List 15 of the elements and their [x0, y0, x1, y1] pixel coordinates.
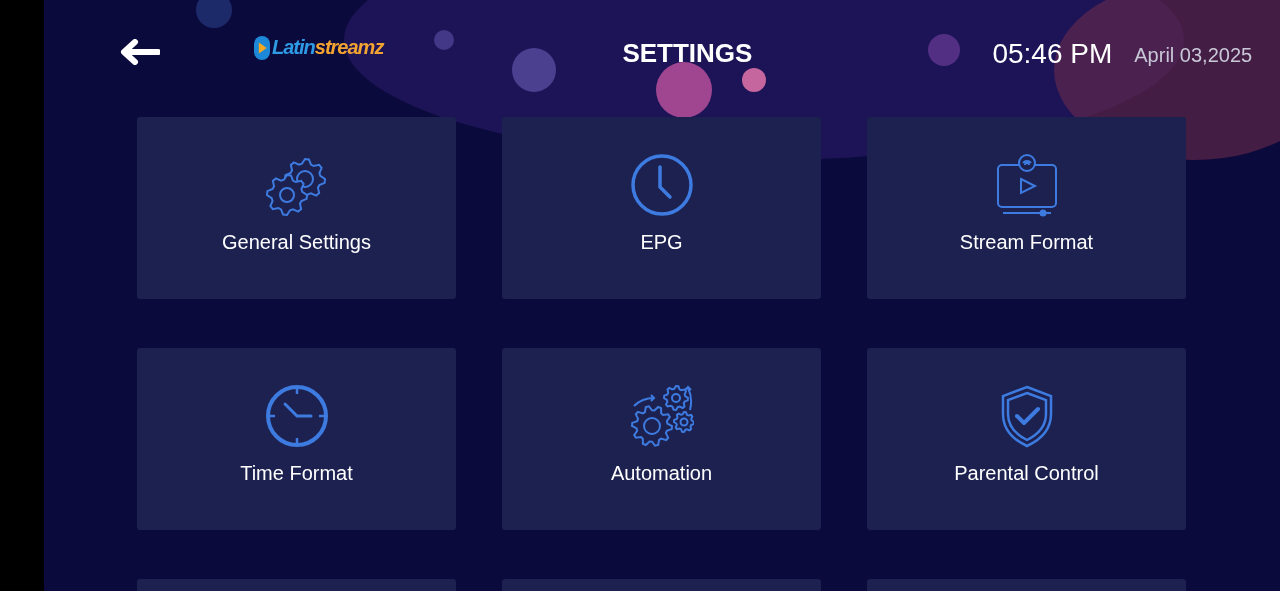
settings-tile[interactable]: Time Format — [137, 348, 456, 530]
settings-tile[interactable]: General Settings — [137, 117, 456, 299]
settings-tile[interactable]: Parental Control — [867, 348, 1186, 530]
date-text: April 03,2025 — [1134, 44, 1253, 67]
clock-time: 05:46 PM — [992, 37, 1113, 70]
clock-icon — [629, 153, 694, 217]
settings-tile[interactable]: Stream Format — [867, 117, 1186, 299]
back-arrow-icon[interactable] — [120, 38, 160, 65]
video-screen-icon — [994, 153, 1059, 217]
gears-icon — [629, 384, 694, 448]
settings-tile[interactable]: Automation — [502, 348, 821, 530]
clock-icon — [264, 384, 329, 448]
page-title: SETTINGS — [622, 38, 753, 69]
settings-tile[interactable]: EPG — [502, 117, 821, 299]
logo-text: Latinstreamz — [272, 36, 384, 59]
